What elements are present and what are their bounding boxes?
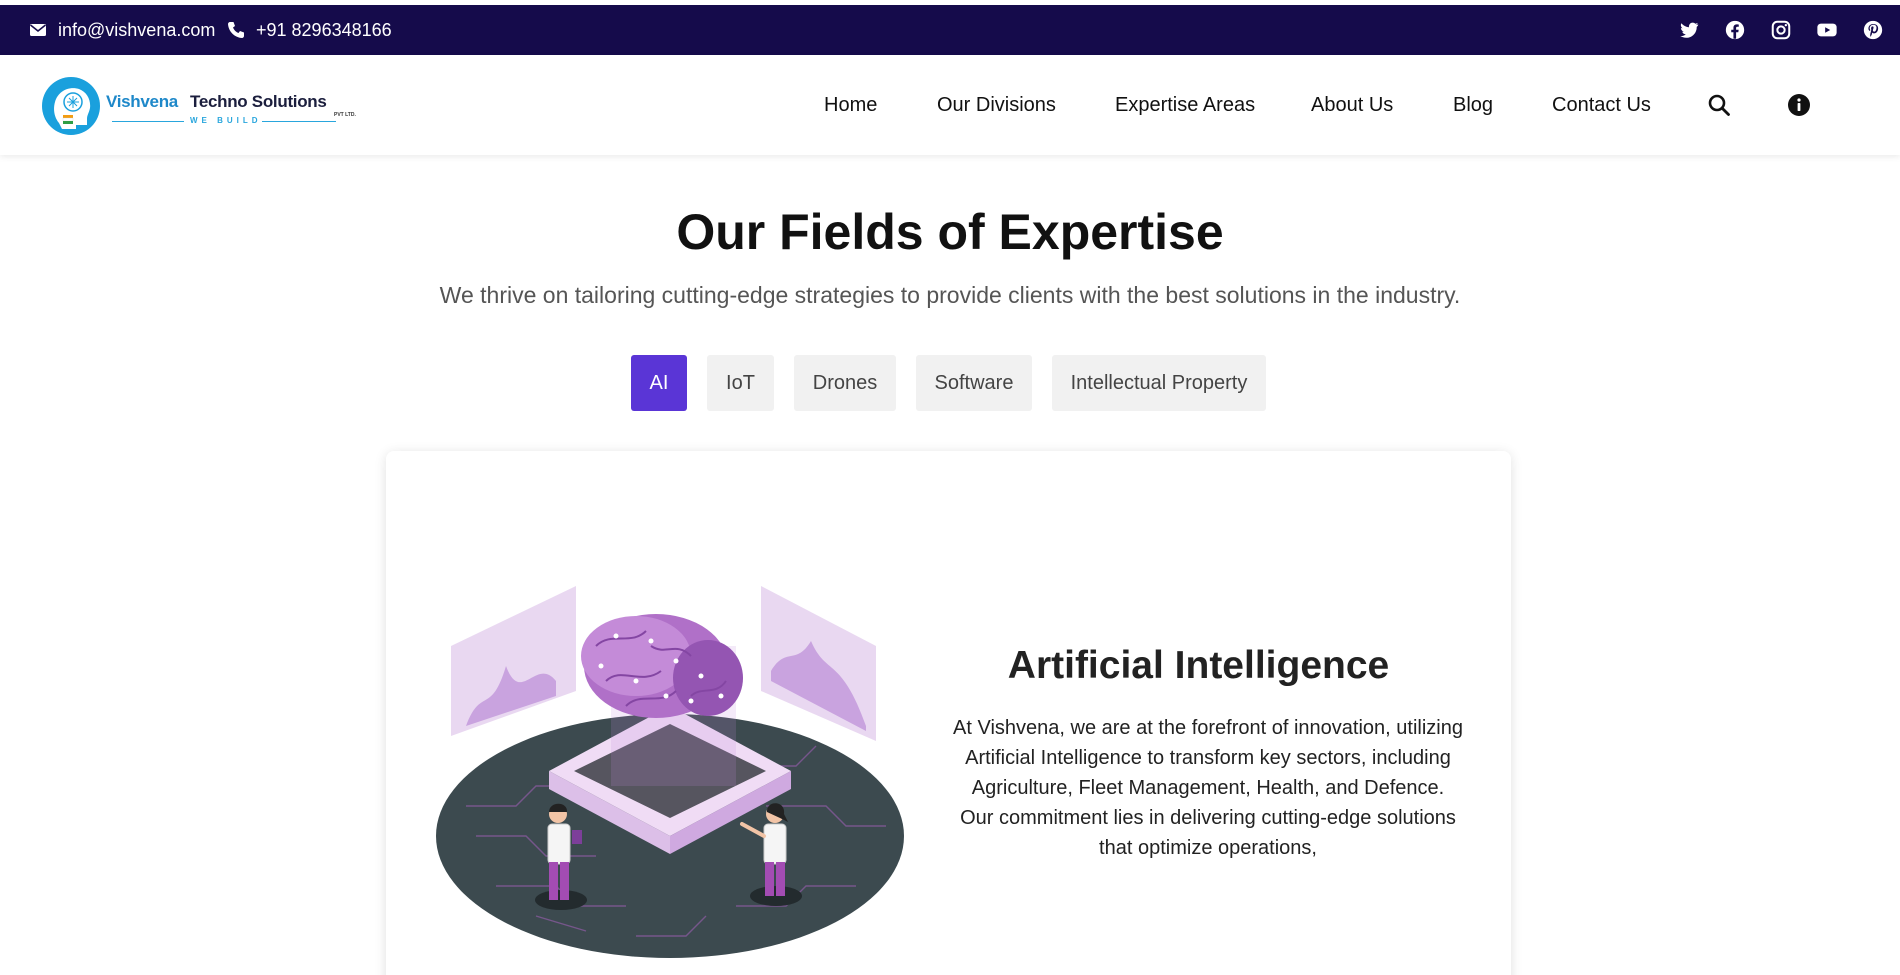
logo-pvt-ltd: PVT LTD. [334,112,356,118]
tab-iot[interactable]: IoT [707,355,774,411]
nav-home[interactable]: Home [824,94,877,117]
phone-icon [228,22,244,38]
tab-drones[interactable]: Drones [794,355,896,411]
page-subtitle: We thrive on tailoring cutting-edge stra… [439,282,1461,308]
search-icon[interactable] [1707,93,1731,117]
ai-brain-illustration [436,586,904,958]
pinterest-icon[interactable] [1862,19,1884,41]
nav-blog[interactable]: Blog [1453,94,1493,117]
instagram-icon[interactable] [1770,19,1792,41]
phone-text[interactable]: +91 8296348166 [256,20,392,41]
nav-contact-us[interactable]: Contact Us [1552,94,1651,117]
tab-ai[interactable]: AI [631,355,687,411]
topbar-phone[interactable]: +91 8296348166 [226,5,392,55]
site-header: Vishvena Techno Solutions PVT LTD. WE BU… [0,55,1900,155]
info-icon[interactable] [1787,93,1811,117]
page-title: Our Fields of Expertise [676,204,1224,260]
logo-divider-left [112,121,184,122]
facebook-icon[interactable] [1724,19,1746,41]
logo-divider-right [262,121,336,122]
tab-intellectual-property[interactable]: Intellectual Property [1052,355,1266,411]
top-bar: info@vishvena.com +91 8296348166 [0,5,1900,55]
logo-tagline: WE BUILD [190,116,262,125]
envelope-icon [30,24,46,36]
nav-about-us[interactable]: About Us [1311,94,1393,117]
email-text[interactable]: info@vishvena.com [58,20,215,41]
topbar-email[interactable]: info@vishvena.com [28,5,215,55]
brain-head-logo-icon [42,77,100,135]
logo-brand-part1: Vishvena [106,92,178,111]
twitter-icon[interactable] [1678,19,1700,41]
card-description: At Vishvena, we are at the forefront of … [953,717,1463,859]
youtube-icon[interactable] [1816,19,1838,41]
company-logo[interactable]: Vishvena Techno Solutions PVT LTD. WE BU… [40,75,360,137]
expertise-card: Artificial Intelligence At Vishvena, we … [386,451,1511,975]
card-title: Artificial Intelligence [1007,644,1390,687]
nav-expertise-areas[interactable]: Expertise Areas [1115,94,1255,117]
expertise-tabs: AI IoT Drones Software Intellectual Prop… [0,355,1900,411]
logo-brand-part2: Techno Solutions [190,92,327,111]
nav-our-divisions[interactable]: Our Divisions [937,94,1056,117]
tab-software[interactable]: Software [916,355,1032,411]
